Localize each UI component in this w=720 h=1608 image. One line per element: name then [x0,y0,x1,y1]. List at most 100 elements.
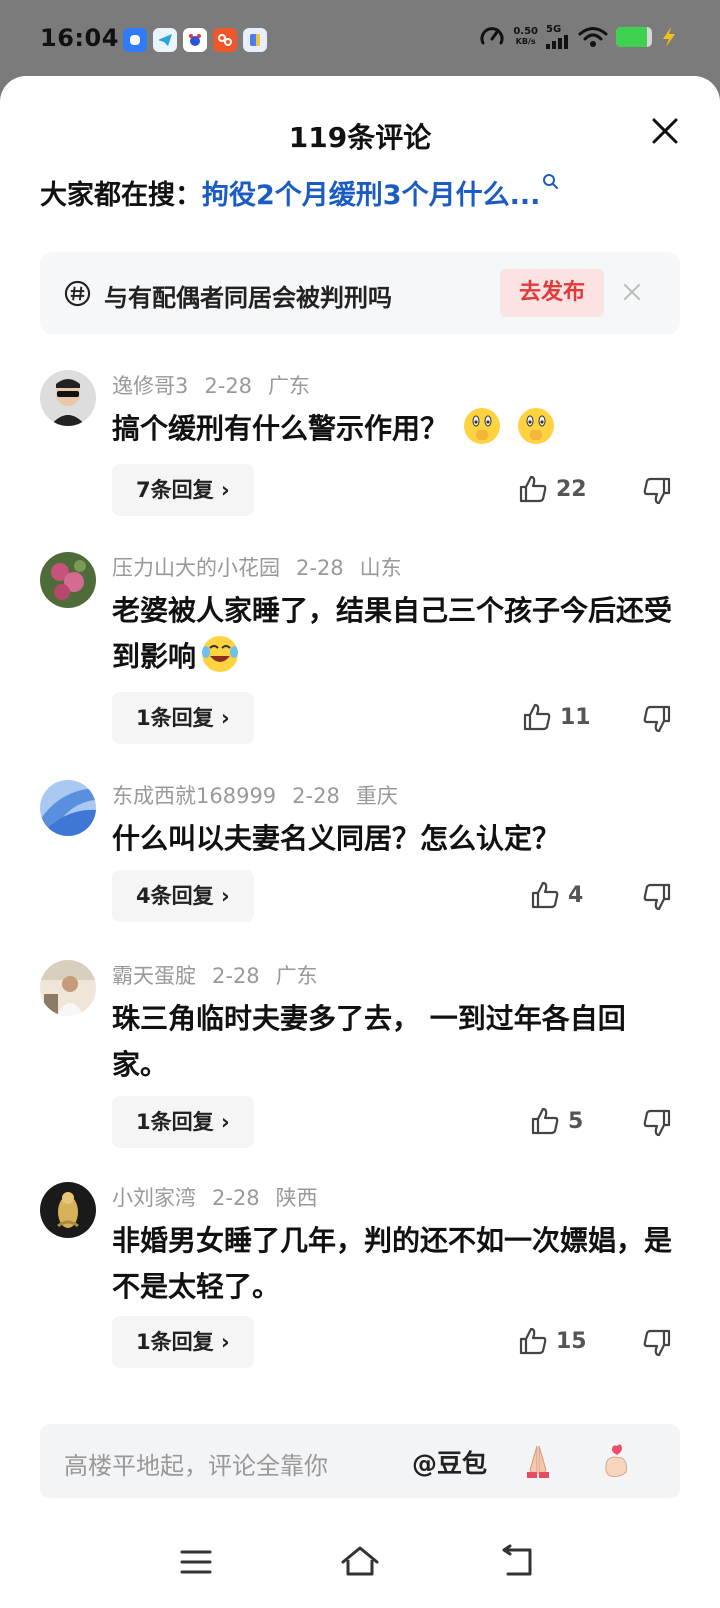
comment-input-placeholder[interactable]: 高楼平地起，评论全靠你 [64,1446,328,1481]
comment-location: 陕西 [275,1186,318,1210]
publish-button[interactable]: 去发布 [500,269,604,317]
like-count: 22 [556,476,587,502]
hashtag-icon [64,280,91,307]
thumbs-up-icon [531,1107,559,1135]
comment-user[interactable]: 小刘家湾 [112,1186,196,1210]
replies-label: 4条回复 [136,884,214,908]
comment-body: 什么叫以夫妻名义同居？怎么认定？ [112,816,672,862]
comment-user[interactable]: 逸修哥3 [112,374,188,398]
avatar[interactable] [40,370,96,426]
like-button[interactable]: 5 [530,1106,602,1136]
comment-meta: 小刘家湾 2-28 陕西 [112,1182,334,1212]
chevron-right-icon: › [220,478,230,502]
search-icon [543,174,559,189]
like-button[interactable]: 22 [518,474,590,504]
battery-fill [616,27,647,47]
finger-heart-emoji[interactable] [596,1440,636,1480]
comment-location: 山东 [359,556,402,580]
like-button[interactable]: 15 [518,1326,590,1356]
telegram-icon [153,28,177,52]
close-icon[interactable] [622,282,642,302]
thumbs-up-icon [531,881,559,909]
thumbs-down-icon[interactable] [642,1108,672,1138]
comment-location: 广东 [268,374,311,398]
doc-app-icon [243,28,267,52]
wifi-icon [578,27,608,47]
comment-meta: 东成西就168999 2-28 重庆 [112,780,414,810]
topic-suggestion[interactable]: 与有配偶者同居会被判刑吗 去发布 [40,252,680,334]
signal-bars-icon [546,35,568,49]
comment-text: 搞个缓刑有什么警示作用？ [112,412,449,445]
net-speed-value: 0.50 [513,26,538,37]
comment-date: 2-28 [212,1186,260,1210]
topic-text: 与有配偶者同居会被判刑吗 [104,284,392,312]
mention-doubao-button[interactable]: @豆包 [412,1444,487,1480]
comment-date: 2-28 [204,374,253,398]
shush-face-emoji [517,408,554,444]
net-speed: 0.50 KB/s [513,27,538,47]
huoshan-icon [213,28,237,52]
replies-label: 1条回复 [136,706,214,730]
comment-user[interactable]: 霸天蛋腚 [112,964,196,988]
comment-body: 搞个缓刑有什么警示作用？ [112,406,672,452]
comment-user[interactable]: 东成西就168999 [112,784,276,808]
comment-user[interactable]: 压力山大的小花园 [112,556,280,580]
view-replies-button[interactable]: 1条回复 › [112,692,254,744]
net-speed-unit: KB/s [515,37,536,46]
hot-search-term[interactable]: 拘役2个月缓刑3个月什么... [202,180,540,211]
praying-hands-emoji[interactable] [518,1440,558,1480]
comment-body: 非婚男女睡了几年，判的还不如一次嫖娼，是不是太轻了。 [112,1218,672,1310]
replies-label: 7条回复 [136,478,214,502]
comment-location: 重庆 [355,784,398,808]
status-time: 16:04 [40,24,119,52]
thumbs-up-icon [523,703,551,731]
thumbs-up-icon [519,1327,547,1355]
like-count: 4 [568,882,584,908]
comment-text: 珠三角临时夫妻多了去， 一到过年各自回家。 [112,1002,626,1081]
signal-indicator: 5G [546,25,570,49]
comment-input-bar[interactable]: 高楼平地起，评论全靠你 @豆包 [40,1424,680,1498]
speed-gauge-icon [480,27,504,45]
back-icon[interactable] [496,1540,540,1584]
view-replies-button[interactable]: 7条回复 › [112,464,254,516]
comment-sheet: 119条评论 大家都在搜：拘役2个月缓刑3个月什么... 与有配偶者同居会被判刑… [0,76,720,1608]
replies-label: 1条回复 [136,1110,214,1134]
view-replies-button[interactable]: 1条回复 › [112,1096,254,1148]
comment-location: 广东 [275,964,318,988]
comment-text: 老婆被人家睡了，结果自己三个孩子今后还受到影响 [112,594,673,673]
thumbs-down-icon[interactable] [642,476,672,506]
network-type: 5G [546,24,562,35]
comment-meta: 压力山大的小花园 2-28 山东 [112,552,418,582]
hot-search[interactable]: 大家都在搜：拘役2个月缓刑3个月什么... [40,173,560,212]
comment-body: 老婆被人家睡了，结果自己三个孩子今后还受到影响 [112,588,672,680]
view-replies-button[interactable]: 4条回复 › [112,870,254,922]
chevron-right-icon: › [220,706,230,730]
like-button[interactable]: 4 [530,880,602,910]
baidu-icon [183,28,207,52]
link-app-icon [123,28,147,52]
view-replies-button[interactable]: 1条回复 › [112,1316,254,1368]
comment-body: 珠三角临时夫妻多了去， 一到过年各自回家。 [112,996,672,1088]
comment-count-title: 119条评论 [288,121,432,154]
avatar[interactable] [40,960,96,1016]
like-button[interactable]: 11 [522,702,594,732]
comment-text: 非婚男女睡了几年，判的还不如一次嫖娼，是不是太轻了。 [112,1224,673,1303]
status-bar: 16:04 0.50 KB/s 5G [0,0,720,80]
charging-icon [663,27,675,47]
close-icon[interactable] [648,114,682,148]
comment-date: 2-28 [212,964,260,988]
thumbs-down-icon[interactable] [642,704,672,734]
avatar[interactable] [40,780,96,836]
thumbs-down-icon[interactable] [642,882,672,912]
avatar[interactable] [40,552,96,608]
laugh-cry-emoji [202,636,239,672]
shush-face-emoji [463,408,500,444]
thumbs-down-icon[interactable] [642,1328,672,1358]
comment-meta: 逸修哥3 2-28 广东 [112,370,326,400]
comment-date: 2-28 [292,784,340,808]
avatar[interactable] [40,1182,96,1238]
menu-icon[interactable] [174,1540,218,1584]
system-nav-bar [0,1526,720,1608]
home-icon[interactable] [338,1540,382,1584]
comment-date: 2-28 [296,556,344,580]
